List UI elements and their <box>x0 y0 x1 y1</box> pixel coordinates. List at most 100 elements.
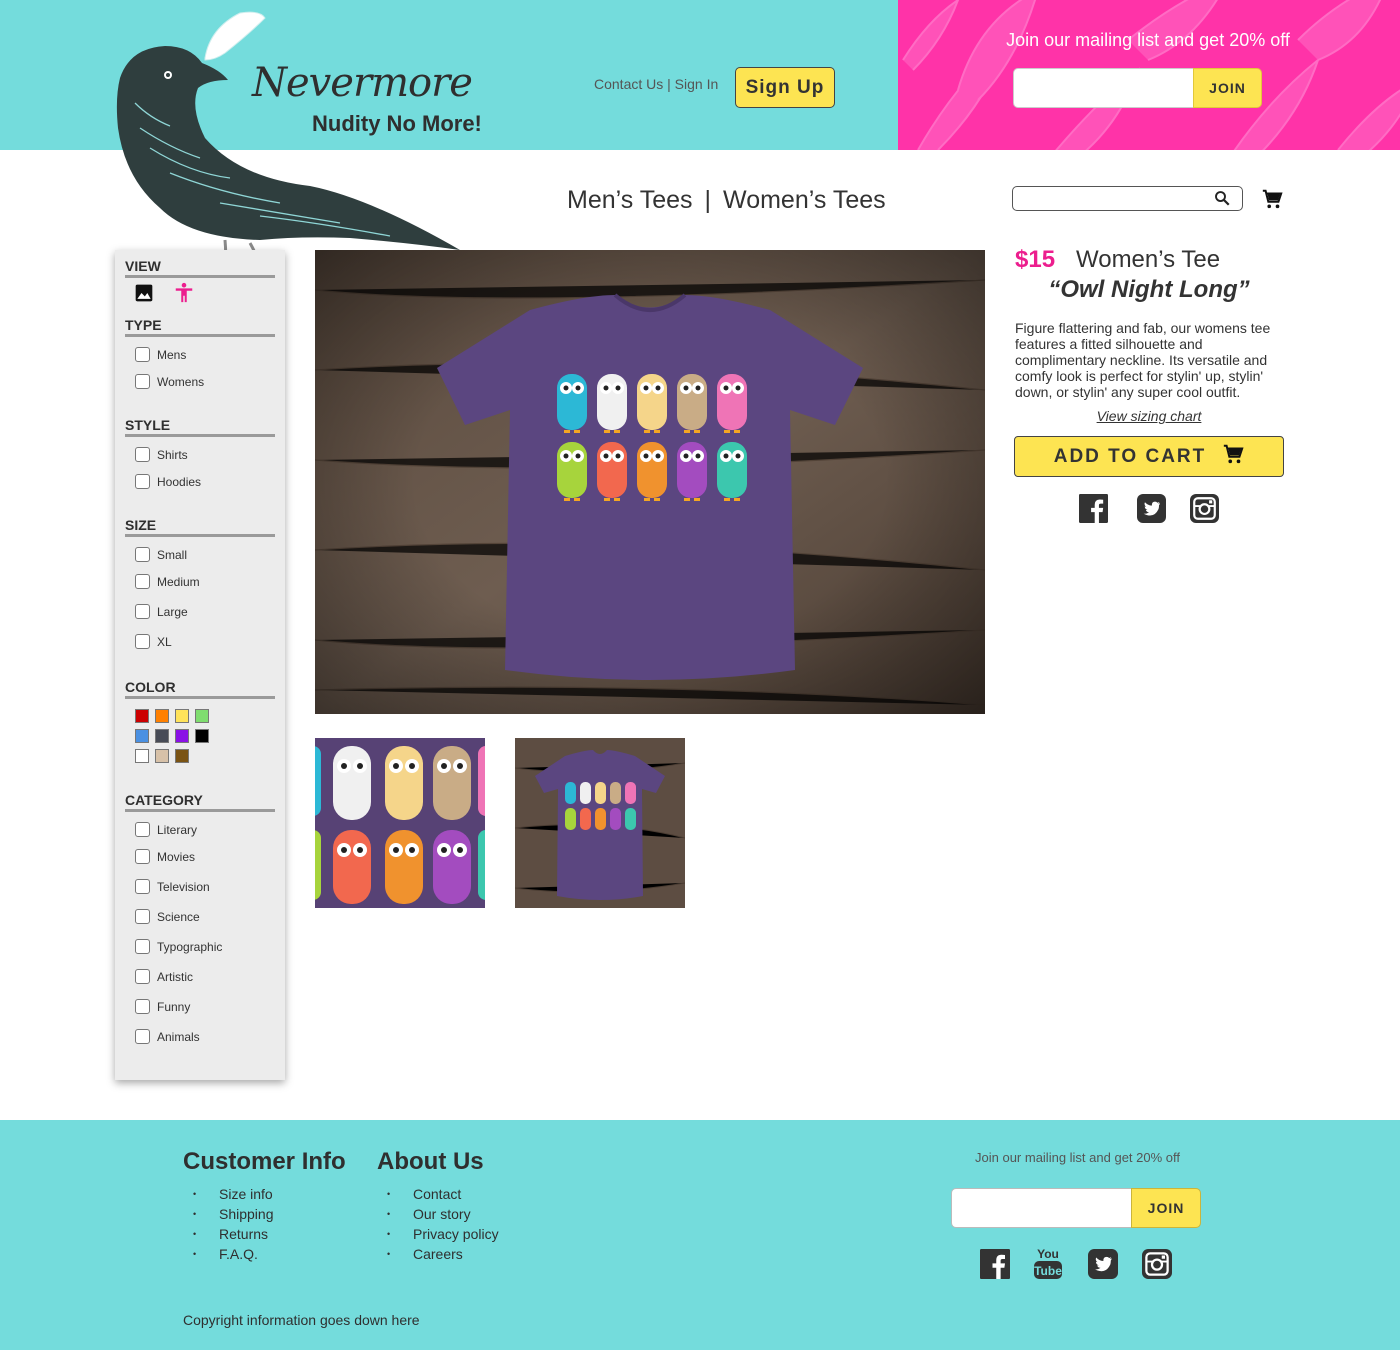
color-swatch[interactable] <box>155 709 169 723</box>
checkbox[interactable] <box>135 999 150 1014</box>
sign-in-link[interactable]: Sign In <box>675 76 719 92</box>
filter-style-shirts[interactable]: Shirts <box>135 447 188 462</box>
filter-label: Shirts <box>157 447 188 462</box>
filter-size-xl[interactable]: XL <box>135 634 172 649</box>
product-type: Women’s Tee <box>1076 246 1221 273</box>
checkbox[interactable] <box>135 447 150 462</box>
mailing-list-email-input[interactable] <box>1013 68 1194 108</box>
footer-link-returns[interactable]: Returns <box>183 1226 274 1246</box>
footer-link-privacy[interactable]: Privacy policy <box>377 1226 499 1246</box>
contact-us-link[interactable]: Contact Us <box>594 76 663 92</box>
color-swatch[interactable] <box>135 709 149 723</box>
filter-category-science[interactable]: Science <box>135 909 200 924</box>
search-icon[interactable] <box>1213 189 1231 212</box>
filter-label: Small <box>157 547 188 562</box>
youtube-icon[interactable]: You Tube <box>1033 1246 1063 1285</box>
filter-category-typographic[interactable]: Typographic <box>135 939 222 954</box>
filter-size-small[interactable]: Small <box>135 547 187 562</box>
size-section-title: SIZE <box>125 517 275 537</box>
footer-email-input[interactable] <box>951 1188 1132 1228</box>
footer-link-shipping[interactable]: Shipping <box>183 1206 274 1226</box>
add-to-cart-label: ADD TO CART <box>1053 445 1207 467</box>
footer-join-button[interactable]: JOIN <box>1131 1188 1201 1228</box>
color-swatch[interactable] <box>175 729 189 743</box>
twitter-icon[interactable] <box>1137 494 1166 528</box>
youtube-you-text: You <box>1037 1247 1059 1261</box>
checkbox[interactable] <box>135 879 150 894</box>
style-section-title: STYLE <box>125 417 275 437</box>
filter-size-large[interactable]: Large <box>135 604 188 619</box>
color-swatch[interactable] <box>135 729 149 743</box>
filter-sidebar: VIEW TYPE Mens Womens STYLE Shirts Hoodi… <box>115 250 285 1080</box>
filter-category-movies[interactable]: Movies <box>135 849 195 864</box>
instagram-icon[interactable] <box>1190 494 1219 528</box>
facebook-icon[interactable] <box>1079 494 1108 528</box>
filter-category-television[interactable]: Television <box>135 879 210 894</box>
color-swatch[interactable] <box>155 729 169 743</box>
filter-label: Funny <box>157 999 191 1014</box>
filter-category-artistic[interactable]: Artistic <box>135 969 193 984</box>
product-thumbnail-shirt[interactable] <box>515 738 685 908</box>
filter-label: Animals <box>157 1029 200 1044</box>
footer-link-careers[interactable]: Careers <box>377 1246 499 1266</box>
filter-category-literary[interactable]: Literary <box>135 822 197 837</box>
link-separator: | <box>667 76 671 92</box>
image-icon[interactable] <box>134 283 154 308</box>
mens-tees-link[interactable]: Men’s Tees <box>567 186 693 214</box>
search-input[interactable] <box>1012 186 1243 211</box>
filter-label: Hoodies <box>157 474 202 489</box>
person-icon[interactable] <box>173 282 195 309</box>
checkbox[interactable] <box>135 547 150 562</box>
color-swatch[interactable] <box>195 709 209 723</box>
footer-link-size-info[interactable]: Size info <box>183 1186 274 1206</box>
checkbox[interactable] <box>135 909 150 924</box>
filter-type-mens[interactable]: Mens <box>135 347 186 362</box>
checkbox[interactable] <box>135 347 150 362</box>
filter-type-womens[interactable]: Womens <box>135 374 204 389</box>
add-to-cart-button[interactable]: ADD TO CART <box>1014 436 1284 477</box>
checkbox[interactable] <box>135 1029 150 1044</box>
site-footer: Customer Info Size info Shipping Returns… <box>0 1120 1400 1350</box>
color-swatch[interactable] <box>195 729 209 743</box>
filter-label: Typographic <box>157 939 223 954</box>
filter-category-animals[interactable]: Animals <box>135 1029 200 1044</box>
checkbox[interactable] <box>135 374 150 389</box>
checkbox[interactable] <box>135 939 150 954</box>
product-thumbnail-design[interactable] <box>315 738 485 908</box>
color-swatch[interactable] <box>155 749 169 763</box>
color-swatch[interactable] <box>175 749 189 763</box>
instagram-icon[interactable] <box>1142 1249 1172 1284</box>
footer-link-contact[interactable]: Contact <box>377 1186 499 1206</box>
product-name: “Owl Night Long” <box>1048 276 1250 303</box>
checkbox[interactable] <box>135 604 150 619</box>
twitter-icon[interactable] <box>1088 1249 1118 1284</box>
cart-icon[interactable] <box>1261 188 1283 215</box>
checkbox[interactable] <box>135 574 150 589</box>
filter-label: Science <box>157 909 200 924</box>
footer-link-faq[interactable]: F.A.Q. <box>183 1246 274 1266</box>
filter-style-hoodies[interactable]: Hoodies <box>135 474 201 489</box>
color-swatch[interactable] <box>135 749 149 763</box>
sign-up-button[interactable]: Sign Up <box>735 67 835 108</box>
facebook-icon[interactable] <box>980 1249 1010 1284</box>
about-us-list: Contact Our story Privacy policy Careers <box>377 1186 499 1266</box>
filter-label: Large <box>157 604 188 619</box>
color-swatch[interactable] <box>175 709 189 723</box>
checkbox[interactable] <box>135 849 150 864</box>
checkbox[interactable] <box>135 969 150 984</box>
filter-size-medium[interactable]: Medium <box>135 574 200 589</box>
product-main-image[interactable] <box>315 250 985 714</box>
mailing-list-join-button[interactable]: JOIN <box>1193 68 1262 108</box>
filter-label: Medium <box>157 574 200 589</box>
womens-tees-link[interactable]: Women’s Tees <box>723 186 886 214</box>
footer-link-our-story[interactable]: Our story <box>377 1206 499 1226</box>
sizing-chart-link[interactable]: View sizing chart <box>1015 408 1283 424</box>
filter-label: Movies <box>157 849 196 864</box>
checkbox[interactable] <box>135 822 150 837</box>
checkbox[interactable] <box>135 474 150 489</box>
checkbox[interactable] <box>135 634 150 649</box>
mailing-list-text: Join our mailing list and get 20% off <box>1006 30 1290 50</box>
category-section-title: CATEGORY <box>125 792 275 812</box>
filter-label: Literary <box>157 822 198 837</box>
filter-category-funny[interactable]: Funny <box>135 999 190 1014</box>
